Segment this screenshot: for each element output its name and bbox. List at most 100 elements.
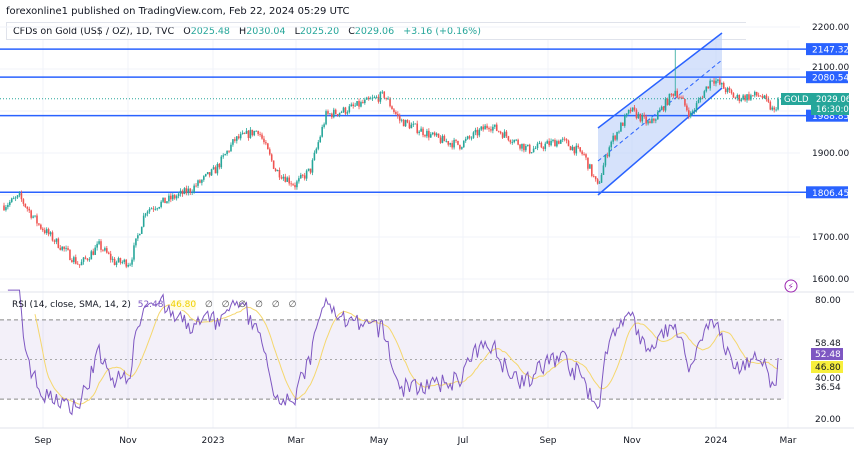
time-tick: Nov [623, 436, 641, 446]
time-axis[interactable]: Sep Nov 2023 Mar May Jul Sep Nov 2024 Mar [35, 436, 797, 446]
candle [220, 156, 223, 168]
candle [168, 195, 170, 202]
candle [144, 213, 147, 216]
candle [88, 259, 91, 261]
candle [175, 196, 178, 199]
candle [713, 80, 715, 84]
candle [109, 253, 112, 260]
candle [107, 252, 110, 254]
candle [69, 249, 71, 261]
candle [428, 130, 430, 138]
candle [561, 138, 564, 140]
candle [323, 124, 325, 127]
candle [230, 144, 232, 152]
candle [237, 136, 240, 139]
candle [61, 246, 63, 250]
candle [517, 139, 519, 145]
candle [80, 261, 83, 266]
candle [162, 197, 164, 202]
candle [389, 98, 391, 107]
candle [193, 185, 195, 193]
candle [303, 175, 306, 179]
candle [612, 135, 614, 142]
candle [45, 229, 48, 234]
candle [321, 126, 323, 137]
candle [232, 139, 234, 145]
candle [538, 142, 541, 144]
chart-canvas[interactable]: 2200.00 2100.00 1900.00 1700.00 1600.00 … [0, 0, 854, 454]
candle [63, 246, 65, 249]
rsi-axis[interactable]: 80.00 58.48 40.00 36.54 20.00 [815, 296, 841, 425]
price-tick: 1600.00 [812, 275, 849, 285]
candle [55, 238, 58, 242]
candle [686, 105, 688, 111]
candle [633, 107, 636, 110]
candle [684, 98, 686, 106]
candle [352, 104, 354, 106]
candle [327, 111, 329, 114]
candle [251, 129, 254, 136]
rsi-tick: 36.54 [815, 383, 841, 393]
price-axis[interactable]: 2200.00 2100.00 1900.00 1700.00 1600.00 [812, 23, 849, 285]
candle [422, 128, 424, 136]
level-label: 2080.54 [812, 74, 849, 84]
candle [649, 121, 651, 123]
candle [170, 195, 172, 200]
candle [383, 91, 386, 98]
candle [354, 105, 356, 107]
candle [139, 233, 141, 236]
candle [670, 93, 673, 95]
candle [243, 132, 246, 134]
candle [466, 136, 469, 139]
candle [664, 98, 667, 111]
candle [166, 201, 168, 204]
candle [164, 197, 166, 204]
candle [775, 109, 777, 111]
candle [391, 106, 393, 110]
candle [156, 208, 159, 210]
candle [59, 247, 62, 250]
candle [121, 261, 124, 263]
candle [604, 155, 607, 166]
candle [284, 176, 287, 182]
candle [651, 118, 653, 123]
candle [309, 168, 312, 173]
null-value: ∅ [271, 300, 280, 310]
candle [369, 98, 372, 100]
candle [511, 142, 514, 143]
candle [22, 199, 25, 204]
candle [3, 205, 5, 211]
candle [732, 93, 735, 98]
candle [449, 143, 451, 145]
candle [10, 198, 13, 202]
candle [272, 160, 275, 169]
null-value: ∅ [205, 300, 213, 310]
candle [212, 167, 215, 170]
candle [672, 94, 675, 96]
candle [509, 140, 512, 143]
candle [214, 167, 217, 174]
candle [746, 94, 748, 101]
candle [102, 249, 104, 251]
candle [123, 259, 126, 262]
candle [563, 138, 566, 140]
candle [71, 260, 73, 263]
candle [47, 229, 50, 235]
candle [525, 145, 527, 151]
candle [129, 264, 131, 266]
candle [133, 245, 135, 260]
candle [484, 125, 486, 130]
candle [185, 188, 188, 194]
candle [206, 172, 209, 175]
candle [32, 216, 34, 218]
candle [635, 109, 638, 119]
candle [20, 193, 23, 200]
candle [280, 177, 283, 179]
candle [257, 130, 259, 135]
candle [676, 90, 678, 98]
candle [53, 240, 56, 242]
candle [86, 258, 89, 260]
candle [197, 180, 199, 186]
candle [497, 130, 500, 132]
candle [691, 111, 694, 113]
